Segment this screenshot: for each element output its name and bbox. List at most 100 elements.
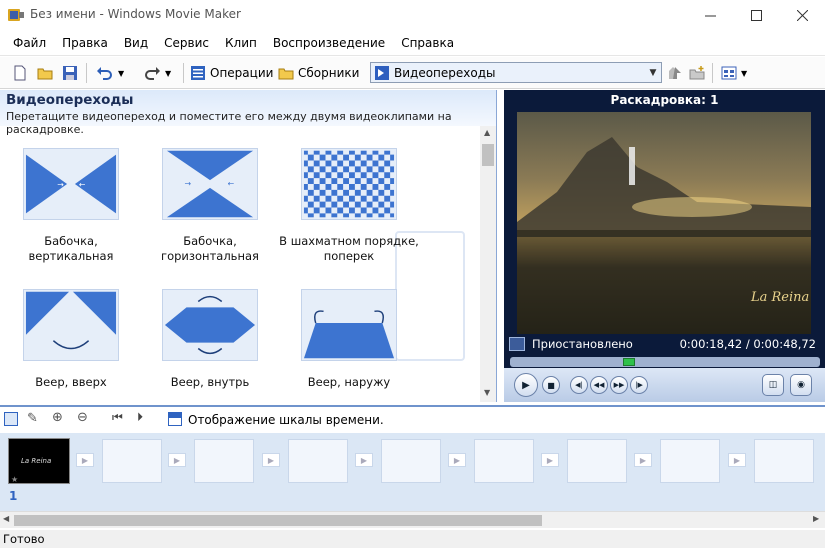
menu-view[interactable]: Вид — [116, 32, 156, 54]
new-project-button[interactable] — [12, 62, 28, 84]
play-storyboard-icon[interactable]: ⏵ — [137, 410, 143, 425]
redo-button[interactable]: ▼ — [143, 62, 171, 84]
rewind-button[interactable]: ◀◀ — [590, 376, 608, 394]
stop-button[interactable]: ■ — [542, 376, 560, 394]
collections-button[interactable]: Сборники — [278, 62, 359, 84]
snapshot-button[interactable]: ◉ — [790, 374, 812, 396]
fan-in-icon — [162, 289, 258, 361]
transition-tile[interactable]: Веер, внутрь — [140, 289, 280, 390]
undo-button[interactable]: ▼ — [96, 62, 124, 84]
fast-forward-button[interactable]: ▶▶ — [610, 376, 628, 394]
storyboard-empty-cell[interactable] — [102, 439, 162, 483]
views-button[interactable]: ▼ — [721, 62, 747, 84]
menu-playback[interactable]: Воспроизведение — [265, 32, 393, 54]
scroll-down-icon[interactable]: ▼ — [484, 388, 490, 397]
seek-thumb[interactable] — [623, 358, 635, 366]
views-grid-icon — [721, 66, 737, 80]
transition-tile[interactable]: Веер, вверх — [1, 289, 141, 390]
menu-help[interactable]: Справка — [393, 32, 462, 54]
toolbar-separator — [183, 63, 184, 83]
maximize-button[interactable] — [733, 0, 779, 30]
combo-chevron-down-icon[interactable]: ▼ — [645, 63, 661, 82]
gallery-scrollbar[interactable]: ▲ ▼ — [480, 126, 496, 402]
fan-out-icon — [301, 289, 397, 361]
transition-slot[interactable]: ▶ — [168, 453, 186, 467]
close-button[interactable] — [779, 0, 825, 30]
open-folder-icon — [37, 68, 53, 80]
save-project-button[interactable] — [62, 62, 78, 84]
main-toolbar: ▼ ▼ Операции Сборники Видеопереходы ▼ ▼ — [0, 57, 825, 89]
movie-maker-window: Без имени - Windows Movie Maker Файл Пра… — [0, 0, 825, 548]
redo-dropdown-icon[interactable]: ▼ — [165, 69, 171, 78]
transition-tile[interactable]: → ← Бабочка, вертикальная — [1, 148, 141, 264]
scroll-right-icon[interactable]: ▶ — [813, 514, 819, 523]
minimize-button[interactable] — [687, 0, 733, 30]
transitions-icon — [375, 65, 389, 80]
views-dropdown-icon[interactable]: ▼ — [741, 69, 747, 78]
play-button[interactable]: ▶ — [514, 373, 538, 397]
timeline-toggle-label[interactable]: Отображение шкалы времени. — [188, 413, 384, 427]
transitions-panel: Видеопереходы Перетащите видеопереход и … — [0, 90, 497, 402]
transition-slot[interactable]: ▶ — [541, 453, 559, 467]
stop-icon: ■ — [547, 380, 555, 390]
storyboard-empty-cell[interactable] — [660, 439, 720, 483]
seek-bar[interactable] — [510, 357, 820, 367]
butterfly-horizontal-icon: → ← — [162, 148, 258, 220]
operations-button[interactable]: Операции — [190, 62, 273, 84]
transition-slot[interactable]: ▶ — [355, 453, 373, 467]
undo-icon — [97, 67, 112, 80]
storyboard-empty-cell[interactable] — [381, 439, 441, 483]
transition-slot[interactable]: ▶ — [448, 453, 466, 467]
transition-slot[interactable]: ▶ — [262, 453, 280, 467]
prev-frame-button[interactable]: ◀| — [570, 376, 588, 394]
storyboard-empty-cell[interactable] — [567, 439, 627, 483]
scroll-up-icon[interactable]: ▲ — [484, 128, 490, 137]
transition-slot[interactable]: ▶ — [76, 453, 94, 467]
zoom-out-icon[interactable]: ⊖ — [77, 410, 88, 425]
storyboard: La Reina ★ ▶ ▶ ▶ ▶ ▶ ▶ ▶ ▶ 1 — [0, 433, 825, 511]
storyboard-empty-cell[interactable] — [194, 439, 254, 483]
butterfly-vertical-icon: → ← — [23, 148, 119, 220]
storyboard-empty-cell[interactable] — [474, 439, 534, 483]
transition-tile[interactable]: Веер, наружу — [279, 289, 419, 390]
operations-list-icon — [191, 66, 205, 80]
transition-tile[interactable]: → ← Бабочка, горизонтальная — [140, 148, 280, 264]
storyboard-scrollbar[interactable]: ◀ ▶ — [0, 511, 825, 528]
new-folder-icon — [689, 66, 705, 80]
storyboard-toolbar: ✎ ⊕ ⊖ ⏮ ⏵ Отображение шкалы времени. — [0, 405, 825, 433]
scroll-left-icon[interactable]: ◀ — [3, 514, 9, 523]
zoom-in-icon[interactable]: ⊕ — [52, 410, 63, 425]
transition-slot[interactable]: ▶ — [728, 453, 746, 467]
svg-text:←: ← — [228, 179, 235, 188]
transition-label: Веер, вверх — [35, 375, 107, 389]
folder-up-icon — [669, 67, 681, 79]
transition-label: Бабочка, вертикальная — [28, 234, 114, 263]
menu-file[interactable]: Файл — [5, 32, 54, 54]
menu-clip[interactable]: Клип — [217, 32, 265, 54]
next-frame-button[interactable]: |▶ — [630, 376, 648, 394]
storyboard-clip[interactable]: La Reina ★ — [8, 438, 70, 484]
svg-text:←: ← — [79, 180, 86, 189]
new-collection-button[interactable] — [689, 62, 705, 84]
collections-combo[interactable]: Видеопереходы ▼ — [370, 62, 662, 83]
clip-thumb-text: La Reina — [21, 457, 52, 465]
open-project-button[interactable] — [37, 62, 53, 84]
menu-tools[interactable]: Сервис — [156, 32, 217, 54]
storyboard-empty-cell[interactable] — [754, 439, 814, 483]
menu-edit[interactable]: Правка — [54, 32, 116, 54]
storyboard-view-icon[interactable] — [4, 412, 18, 426]
transition-tile[interactable]: В шахматном порядке, поперек — [279, 148, 419, 264]
fan-up-icon — [23, 289, 119, 361]
scrollbar-thumb[interactable] — [14, 515, 542, 526]
transition-slot[interactable]: ▶ — [634, 453, 652, 467]
rewind-storyboard-icon[interactable]: ⏮ — [112, 410, 123, 425]
undo-dropdown-icon[interactable]: ▼ — [118, 69, 124, 78]
split-clip-button[interactable]: ◫ — [762, 374, 784, 396]
scrollbar-thumb[interactable] — [482, 144, 494, 166]
up-level-button[interactable] — [667, 62, 683, 84]
storyboard-empty-cell[interactable] — [288, 439, 348, 483]
movie-maker-app-icon — [7, 6, 25, 24]
timeline-view-icon[interactable] — [168, 412, 182, 426]
microphone-icon[interactable]: ✎ — [27, 411, 38, 426]
play-icon: ▶ — [522, 379, 530, 391]
